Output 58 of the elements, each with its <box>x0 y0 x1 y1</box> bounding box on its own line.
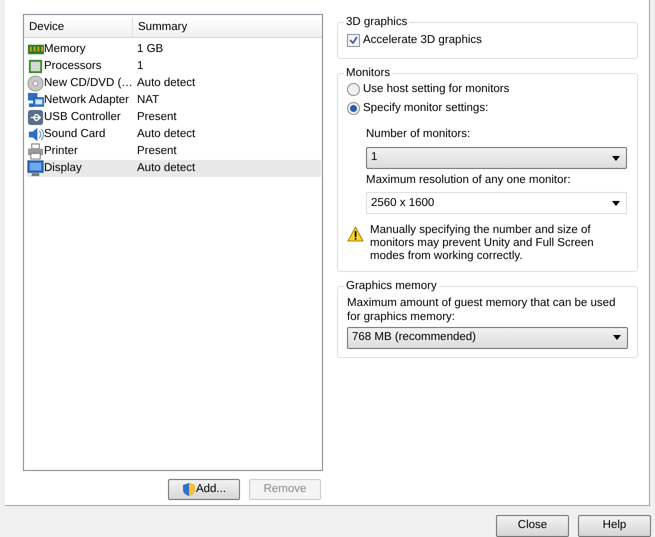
device-summary: 1 <box>137 58 144 74</box>
radio-button[interactable] <box>347 102 360 116</box>
list-row[interactable]: New CD/DVD (… Auto detect <box>27 75 321 92</box>
device-name: Network Adapter <box>44 92 130 108</box>
device-name: New CD/DVD (… <box>44 76 133 91</box>
radio-label[interactable]: Use host setting for monitors <box>363 81 510 98</box>
chip-icon <box>27 58 44 75</box>
radio-label[interactable]: Specify monitor settings: <box>363 100 488 118</box>
dialog-button[interactable]: Help <box>578 515 651 537</box>
shield-icon <box>182 482 196 497</box>
network-computers-icon <box>27 92 44 109</box>
device-name: Display <box>44 160 82 176</box>
printer-icon <box>27 143 44 160</box>
group-title: Monitors <box>345 66 392 80</box>
device-name: USB Controller <box>44 110 121 125</box>
group-title: 3D graphics <box>345 15 408 30</box>
dropdown[interactable]: 2560 x 1600 <box>366 192 627 214</box>
list-row[interactable]: USB Controller Present <box>27 109 321 126</box>
device-summary: Auto detect <box>137 160 196 176</box>
field-label: Number of monitors: <box>366 126 472 142</box>
usb-icon <box>27 109 44 126</box>
device-summary: Auto detect <box>137 126 196 142</box>
device-summary: Auto detect <box>137 76 196 91</box>
disc-icon <box>27 75 44 92</box>
device-summary: Present <box>137 144 177 159</box>
device-name: Memory <box>44 42 86 57</box>
dropdown-arrow-icon <box>613 335 621 340</box>
monitor-icon <box>27 160 44 177</box>
checkbox[interactable] <box>347 34 360 48</box>
warning-icon <box>347 226 364 242</box>
column-header[interactable]: Device <box>24 17 133 37</box>
device-summary: NAT <box>137 92 160 108</box>
list-button[interactable]: Add... <box>168 479 240 500</box>
dropdown[interactable]: 768 MB (recommended) <box>347 326 628 348</box>
radio-button[interactable] <box>347 83 360 96</box>
speaker-icon <box>27 126 44 143</box>
list-row[interactable]: Display Auto detect <box>27 160 321 177</box>
list-button: Remove <box>249 479 321 500</box>
list-row[interactable]: Memory 1 GB <box>27 41 321 58</box>
group-title: Graphics memory <box>345 279 438 294</box>
device-summary: 1 GB <box>137 42 164 57</box>
device-name: Sound Card <box>44 126 106 142</box>
dropdown[interactable]: 1 <box>366 147 627 169</box>
list-row[interactable]: Network Adapter NAT <box>27 92 321 109</box>
list-row[interactable]: Printer Present <box>27 143 321 160</box>
list-row[interactable]: Processors 1 <box>27 58 321 75</box>
device-name: Printer <box>44 144 78 159</box>
field-label: Maximum resolution of any one monitor: <box>366 173 572 188</box>
device-name: Processors <box>44 58 102 74</box>
checkbox-label[interactable]: Accelerate 3D graphics <box>363 32 482 50</box>
dropdown-arrow-icon <box>612 200 620 206</box>
device-summary: Present <box>137 110 177 125</box>
field-label: Maximum amount of guest memory that can be used for graphics memory: <box>347 296 616 324</box>
column-header[interactable]: Summary <box>133 17 322 37</box>
dropdown-arrow-icon <box>612 156 620 160</box>
dialog-button[interactable]: Close <box>496 515 569 537</box>
warning-text: Manually specifying the number and size of monitors may prevent Unity and Full Screen modes from working correctly. <box>370 224 595 264</box>
list-row[interactable]: Sound Card Auto detect <box>27 126 321 143</box>
